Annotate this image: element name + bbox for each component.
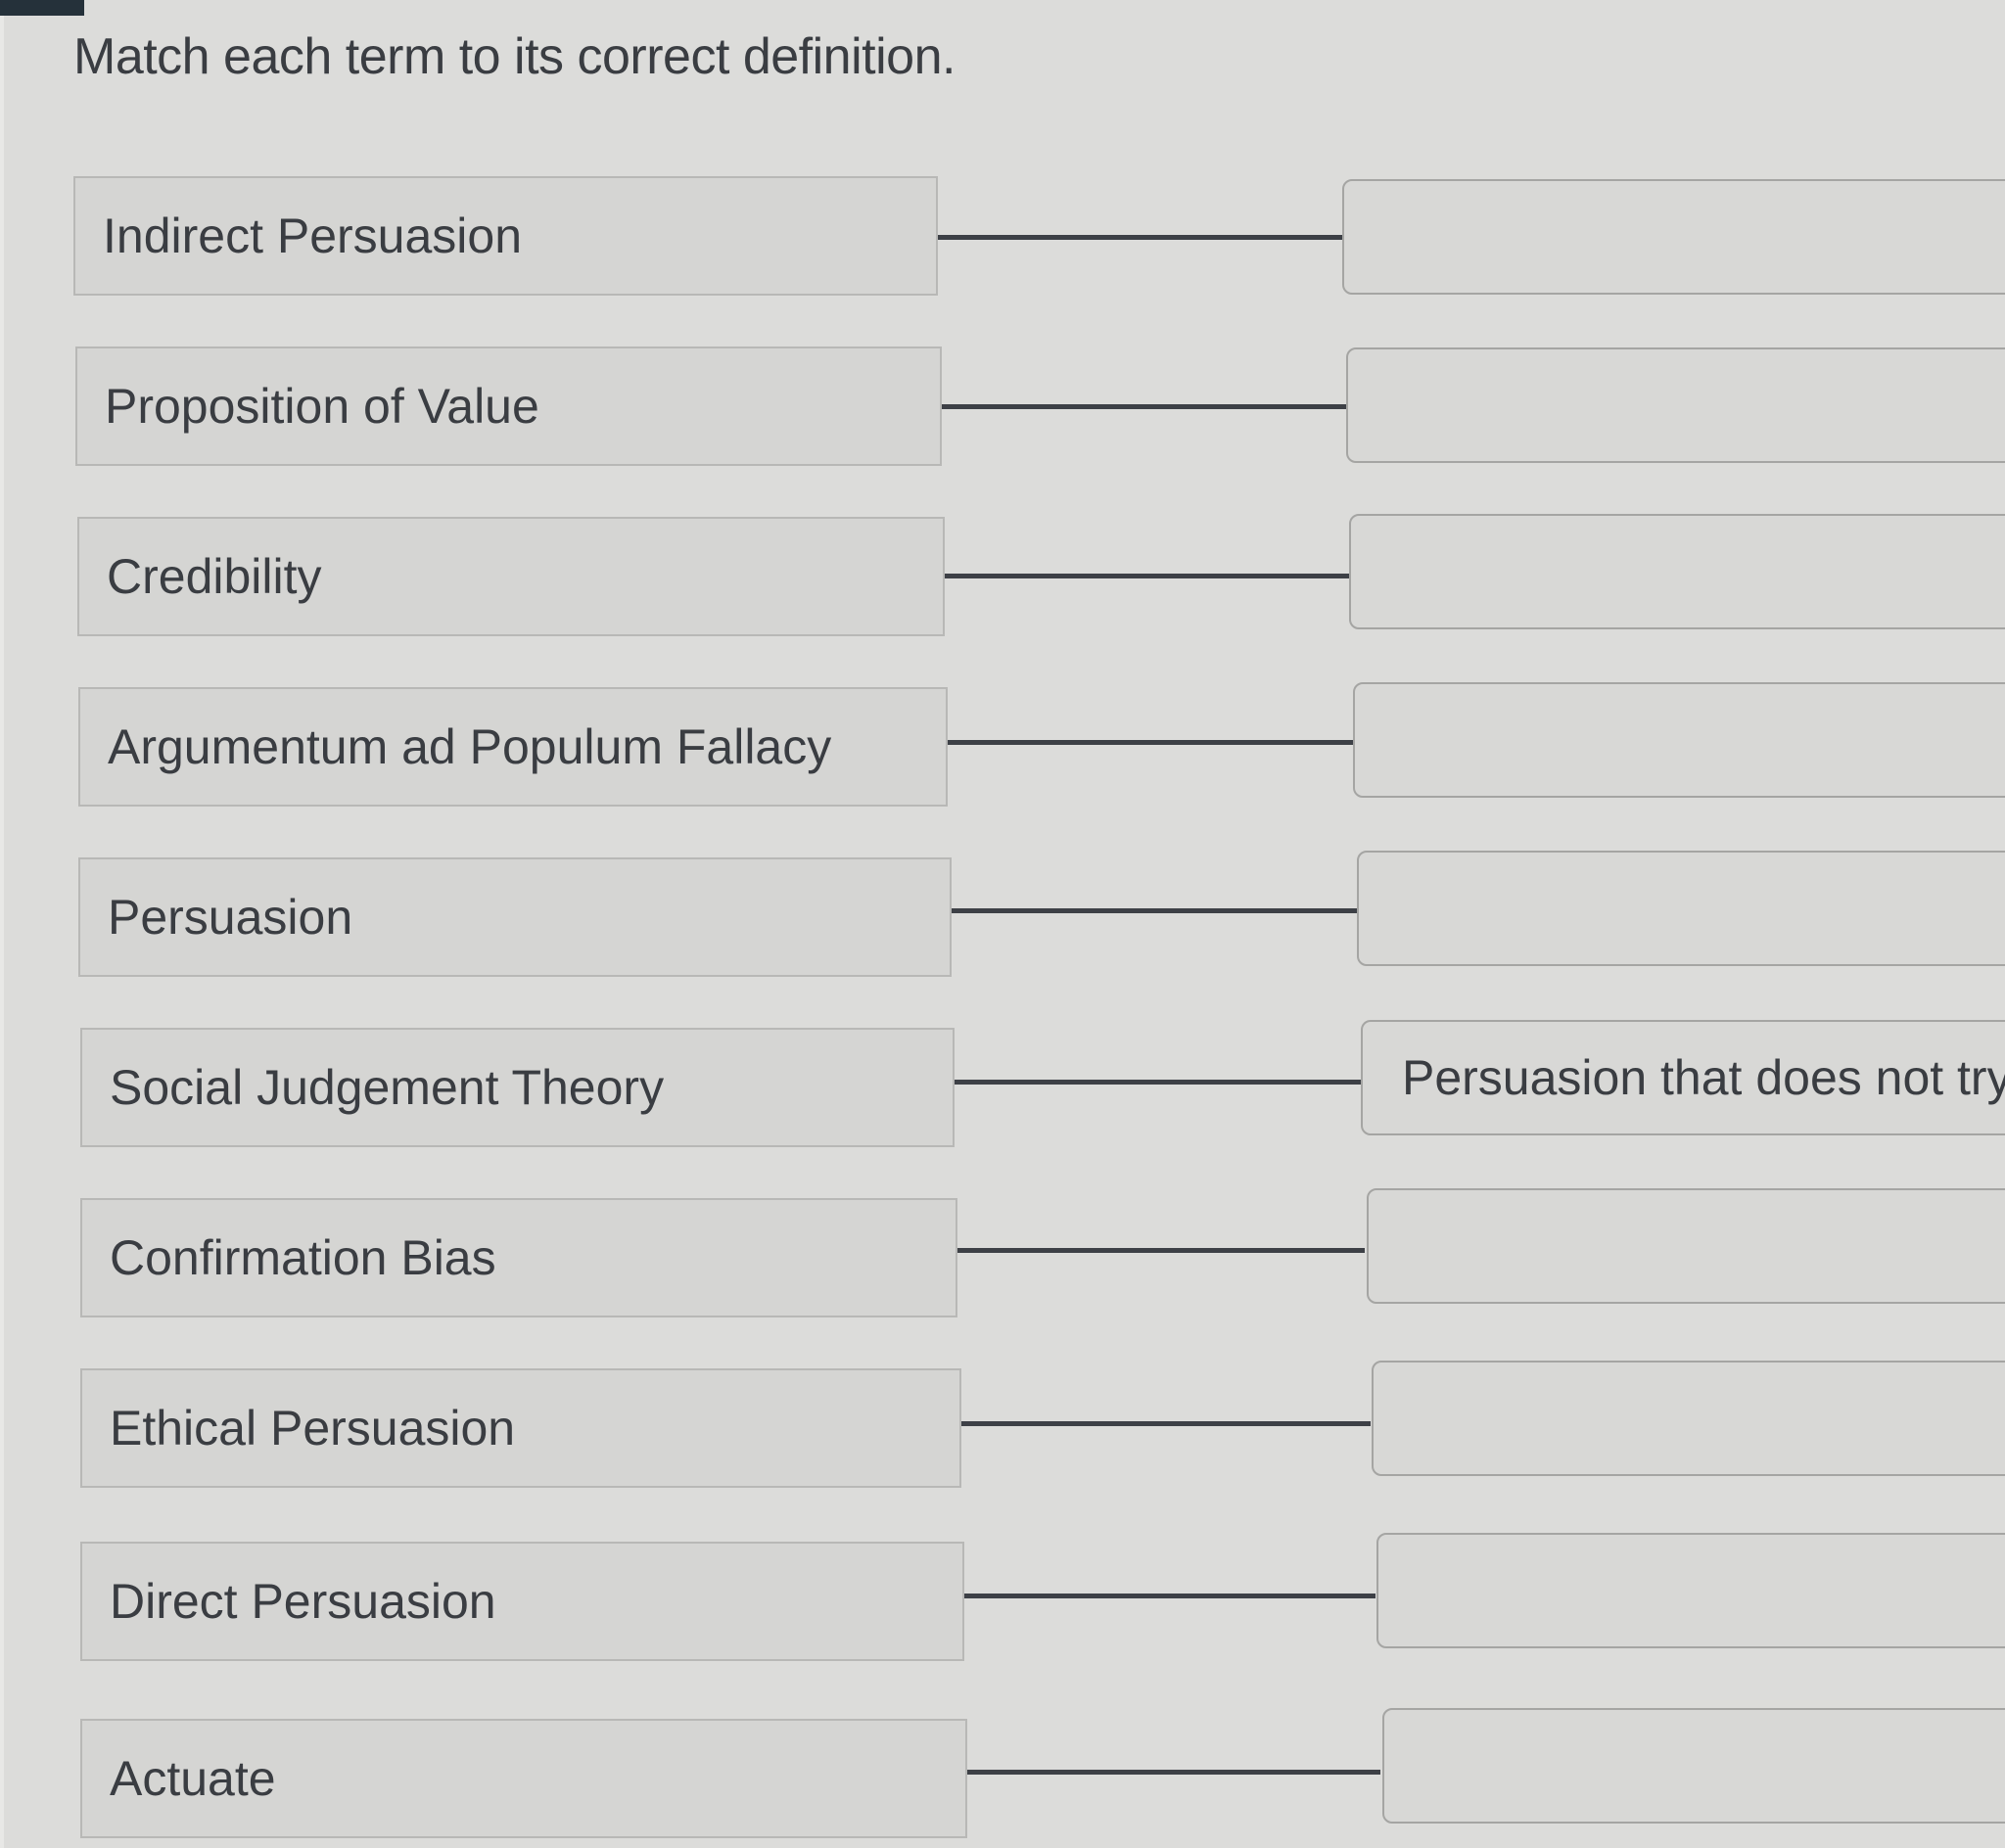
- definition-slot[interactable]: [1372, 1361, 2005, 1476]
- connector-line: [955, 1080, 1361, 1085]
- definition-slot[interactable]: [1376, 1533, 2005, 1648]
- connector-line: [964, 1594, 1376, 1598]
- term-item[interactable]: Ethical Persuasion: [80, 1368, 961, 1488]
- definition-slot[interactable]: [1353, 682, 2005, 798]
- connector-line: [961, 1421, 1371, 1426]
- connector-line: [967, 1770, 1380, 1775]
- definition-slot[interactable]: [1382, 1708, 2005, 1824]
- term-item[interactable]: Indirect Persuasion: [73, 176, 938, 296]
- connector-line: [957, 1248, 1365, 1253]
- definition-slot[interactable]: [1342, 179, 2005, 295]
- term-item[interactable]: Direct Persuasion: [80, 1542, 964, 1661]
- definition-slot[interactable]: [1349, 514, 2005, 629]
- connector-line: [952, 908, 1357, 913]
- connector-line: [938, 235, 1343, 240]
- definition-slot[interactable]: [1357, 851, 2005, 966]
- term-item[interactable]: Actuate: [80, 1719, 967, 1838]
- question-prompt: Match each term to its correct definitio…: [73, 28, 956, 85]
- term-item[interactable]: Confirmation Bias: [80, 1198, 957, 1317]
- screen-edge: [0, 16, 4, 1848]
- connector-line: [948, 740, 1353, 745]
- term-item[interactable]: Proposition of Value: [75, 346, 942, 466]
- term-item[interactable]: Social Judgement Theory: [80, 1028, 955, 1147]
- definition-slot[interactable]: Persuasion that does not try: [1361, 1020, 2005, 1135]
- connector-line: [945, 574, 1350, 578]
- term-item[interactable]: Persuasion: [78, 857, 952, 977]
- definition-slot[interactable]: [1367, 1188, 2005, 1304]
- window-corner: [0, 0, 84, 16]
- term-item[interactable]: Argumentum ad Populum Fallacy: [78, 687, 948, 807]
- connector-line: [942, 404, 1347, 409]
- definition-slot[interactable]: [1346, 347, 2005, 463]
- term-item[interactable]: Credibility: [77, 517, 945, 636]
